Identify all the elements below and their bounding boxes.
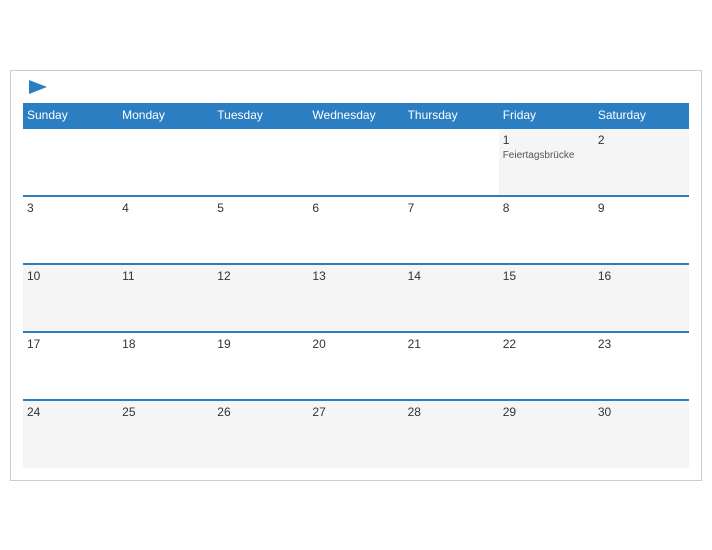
day-number: 2 — [598, 133, 685, 147]
calendar: SundayMondayTuesdayWednesdayThursdayFrid… — [10, 70, 702, 481]
calendar-cell: 14 — [404, 264, 499, 332]
day-number: 14 — [408, 269, 495, 283]
calendar-cell — [23, 128, 118, 196]
calendar-cell: 9 — [594, 196, 689, 264]
day-number: 24 — [27, 405, 114, 419]
calendar-cell: 21 — [404, 332, 499, 400]
day-number: 6 — [312, 201, 399, 215]
day-event: Feiertagsbrücke — [503, 149, 590, 162]
calendar-body: 1Feiertagsbrücke234567891011121314151617… — [23, 128, 689, 468]
day-number: 3 — [27, 201, 114, 215]
day-number: 21 — [408, 337, 495, 351]
calendar-cell: 7 — [404, 196, 499, 264]
calendar-cell — [308, 128, 403, 196]
calendar-row: 24 25 26 27 28 29 30 — [23, 400, 689, 468]
day-number: 23 — [598, 337, 685, 351]
day-number: 20 — [312, 337, 399, 351]
calendar-cell: 17 — [23, 332, 118, 400]
day-number: 19 — [217, 337, 304, 351]
day-number: 29 — [503, 405, 590, 419]
calendar-cell: 22 — [499, 332, 594, 400]
calendar-cell: 4 — [118, 196, 213, 264]
day-number: 30 — [598, 405, 685, 419]
day-number: 25 — [122, 405, 209, 419]
calendar-cell: 5 — [213, 196, 308, 264]
logo-flag-icon — [29, 80, 47, 94]
calendar-cell: 16 — [594, 264, 689, 332]
day-number: 8 — [503, 201, 590, 215]
calendar-cell: 24 — [23, 400, 118, 468]
calendar-cell: 2 — [594, 128, 689, 196]
weekday-header: Wednesday — [308, 103, 403, 128]
day-number: 4 — [122, 201, 209, 215]
day-number: 1 — [503, 133, 590, 147]
day-number: 13 — [312, 269, 399, 283]
calendar-cell: 12 — [213, 264, 308, 332]
weekday-header: Saturday — [594, 103, 689, 128]
day-number: 9 — [598, 201, 685, 215]
day-number: 12 — [217, 269, 304, 283]
logo — [27, 81, 47, 95]
day-number: 17 — [27, 337, 114, 351]
calendar-cell: 20 — [308, 332, 403, 400]
calendar-table: SundayMondayTuesdayWednesdayThursdayFrid… — [23, 103, 689, 468]
day-number: 10 — [27, 269, 114, 283]
calendar-cell — [213, 128, 308, 196]
calendar-cell: 13 — [308, 264, 403, 332]
calendar-cell: 30 — [594, 400, 689, 468]
calendar-row: 1 Feiertagsbrücke 2 — [23, 128, 689, 196]
calendar-cell — [404, 128, 499, 196]
day-number: 7 — [408, 201, 495, 215]
calendar-cell: 28 — [404, 400, 499, 468]
calendar-cell: 18 — [118, 332, 213, 400]
day-number: 16 — [598, 269, 685, 283]
day-number: 28 — [408, 405, 495, 419]
calendar-cell: 15 — [499, 264, 594, 332]
weekday-header: Friday — [499, 103, 594, 128]
weekday-header: Sunday — [23, 103, 118, 128]
calendar-cell: 6 — [308, 196, 403, 264]
calendar-cell: 26 — [213, 400, 308, 468]
calendar-cell: 27 — [308, 400, 403, 468]
calendar-row: 17 18 19 20 21 22 23 — [23, 332, 689, 400]
weekday-header: Monday — [118, 103, 213, 128]
calendar-header-row: SundayMondayTuesdayWednesdayThursdayFrid… — [23, 103, 689, 128]
day-number: 11 — [122, 269, 209, 283]
calendar-cell: 3 — [23, 196, 118, 264]
day-number: 5 — [217, 201, 304, 215]
calendar-cell: 19 — [213, 332, 308, 400]
weekday-header: Thursday — [404, 103, 499, 128]
calendar-header — [23, 81, 689, 95]
calendar-cell: 25 — [118, 400, 213, 468]
calendar-row: 3456789 — [23, 196, 689, 264]
day-number: 22 — [503, 337, 590, 351]
weekday-header: Tuesday — [213, 103, 308, 128]
calendar-cell: 8 — [499, 196, 594, 264]
day-number: 18 — [122, 337, 209, 351]
calendar-cell: 29 — [499, 400, 594, 468]
day-number: 15 — [503, 269, 590, 283]
calendar-row: 10 11 12 13 14 15 16 — [23, 264, 689, 332]
day-number: 26 — [217, 405, 304, 419]
calendar-cell: 23 — [594, 332, 689, 400]
day-number: 27 — [312, 405, 399, 419]
calendar-cell: 11 — [118, 264, 213, 332]
calendar-cell — [118, 128, 213, 196]
calendar-cell: 10 — [23, 264, 118, 332]
calendar-cell: 1 Feiertagsbrücke — [499, 128, 594, 196]
